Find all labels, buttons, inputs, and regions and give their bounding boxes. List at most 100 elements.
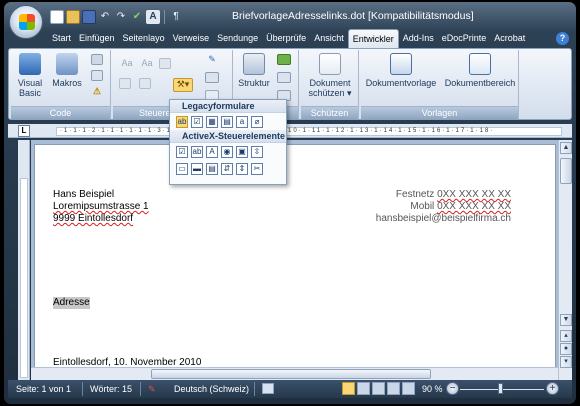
activex-combobox-icon[interactable]: ⇵: [221, 163, 233, 175]
text-control-icon[interactable]: Aa: [139, 58, 155, 69]
transformation-icon[interactable]: [277, 72, 291, 83]
visual-basic-button[interactable]: Visual Basic: [13, 53, 47, 98]
sender-name: Hans Beispiel: [53, 189, 115, 200]
print-layout-view-icon[interactable]: [342, 382, 355, 395]
tab-entwickler[interactable]: Entwickler: [347, 29, 399, 49]
document-page[interactable]: Hans Beispiel Loremipsumstrasse 1 9999 E…: [34, 144, 556, 384]
page-count[interactable]: Seite: 1 von 1: [16, 383, 71, 395]
tab-ueberpruefen[interactable]: Überprüfe: [262, 29, 310, 47]
office-button[interactable]: [9, 5, 43, 39]
tab-ansicht[interactable]: Ansicht: [310, 29, 348, 47]
record-macro-icon[interactable]: [91, 54, 103, 65]
date-picker-control-icon[interactable]: [139, 78, 151, 89]
visual-basic-icon: [19, 53, 41, 75]
legacy-dropdown-icon[interactable]: ▦: [206, 116, 218, 128]
tab-verweise[interactable]: Verweise: [169, 29, 214, 47]
rich-text-control-icon[interactable]: Aa: [119, 58, 135, 69]
word-count[interactable]: Wörter: 15: [90, 383, 132, 395]
macro-security-warning-icon[interactable]: ⚠: [91, 86, 103, 97]
proofing-icon[interactable]: ✎: [148, 383, 156, 395]
full-screen-reading-icon[interactable]: [357, 382, 370, 395]
help-icon[interactable]: ?: [556, 32, 569, 45]
browse-object-icon[interactable]: ●: [560, 343, 572, 355]
legacy-tools-button[interactable]: ⚒▾: [173, 78, 193, 92]
legacy-checkbox-icon[interactable]: ☑: [191, 116, 203, 128]
dokumentbereich-button[interactable]: Dokumentbereich: [441, 53, 519, 88]
mobil-label: Mobil: [410, 201, 435, 212]
pause-macro-icon[interactable]: [91, 70, 103, 81]
tab-acrobat[interactable]: Acrobat: [490, 29, 529, 47]
group-vorlagen-label: Vorlagen: [361, 106, 518, 119]
zoom-level[interactable]: 90 %: [422, 383, 443, 395]
status-bar: Seite: 1 von 1 Wörter: 15 ✎ Deutsch (Sch…: [8, 380, 572, 398]
zoom-in-button[interactable]: +: [546, 382, 559, 395]
activex-label-icon[interactable]: A: [206, 146, 218, 158]
activex-scrollbar-icon[interactable]: ▬: [191, 163, 203, 175]
tab-add-ins[interactable]: Add-Ins: [399, 29, 438, 47]
scroll-down-arrow-icon[interactable]: ▼: [560, 314, 572, 326]
vertical-scrollbar[interactable]: ▲ ▼ ▴ ● ▾: [558, 140, 572, 380]
activex-option-button-icon[interactable]: ◉: [221, 146, 233, 158]
picture-control-icon[interactable]: [159, 58, 171, 69]
tab-start[interactable]: Start: [48, 29, 75, 47]
title-bar: ↶ ↷ ✔ A ¶ BriefvorlageAdresselinks.dot […: [4, 2, 576, 32]
check-mark-icon[interactable]: ✔: [130, 10, 144, 24]
horizontal-ruler[interactable]: L ·1·1·1·2·1·1·1·1·1·1·3·1·4·1·5·1·6·1·7…: [8, 124, 572, 138]
legacy-text-field-icon[interactable]: ab: [176, 116, 188, 128]
activex-image-icon[interactable]: ▣: [236, 146, 248, 158]
save-icon[interactable]: [82, 10, 96, 24]
zoom-slider-thumb[interactable]: [498, 383, 503, 394]
dokument-schuetzen-button[interactable]: Dokument schützen ▾: [303, 53, 357, 98]
activex-toggle-icon[interactable]: ⇕: [236, 163, 248, 175]
activex-more-controls-icon[interactable]: ✂: [251, 163, 263, 175]
vertical-scroll-thumb[interactable]: [560, 158, 572, 184]
previous-page-icon[interactable]: ▴: [560, 330, 572, 342]
outline-view-icon[interactable]: [387, 382, 400, 395]
zoom-out-button[interactable]: −: [446, 382, 459, 395]
legacy-shading-icon[interactable]: a: [236, 116, 248, 128]
window-title: BriefvorlageAdresselinks.dot [Kompatibil…: [232, 10, 474, 22]
schema-icon[interactable]: [277, 54, 291, 65]
redo-icon[interactable]: ↷: [114, 10, 128, 24]
activex-spin-button-icon[interactable]: ⇳: [251, 146, 263, 158]
paragraph-marks-icon[interactable]: ¶: [169, 10, 183, 24]
next-page-icon[interactable]: ▾: [560, 356, 572, 368]
language[interactable]: Deutsch (Schweiz): [174, 383, 249, 395]
activex-row-1: ☑ ab A ◉ ▣ ⇳: [170, 143, 286, 160]
scroll-up-arrow-icon[interactable]: ▲: [560, 142, 572, 154]
struktur-button[interactable]: Struktur: [237, 53, 271, 88]
struktur-label: Struktur: [238, 78, 270, 88]
vertical-ruler[interactable]: [18, 140, 30, 380]
tab-einfuegen[interactable]: Einfügen: [75, 29, 119, 47]
legacy-frame-icon[interactable]: ▤: [221, 116, 233, 128]
activex-checkbox-icon[interactable]: ☑: [176, 146, 188, 158]
web-layout-icon[interactable]: [372, 382, 385, 395]
legacy-reset-icon[interactable]: ⌀: [251, 116, 263, 128]
properties-icon[interactable]: [205, 72, 219, 83]
makros-button[interactable]: Makros: [51, 53, 83, 88]
tab-sendungen[interactable]: Sendunge: [213, 29, 262, 47]
tab-selector[interactable]: L: [18, 125, 30, 137]
document-area: Hans Beispiel Loremipsumstrasse 1 9999 E…: [31, 140, 558, 384]
font-icon[interactable]: A: [146, 10, 160, 24]
festnetz-value: 0XX XXX XX XX: [437, 189, 511, 200]
status-separator: [140, 382, 141, 396]
combo-box-control-icon[interactable]: [119, 78, 131, 89]
activex-textbox-icon[interactable]: ab: [191, 146, 203, 158]
track-changes-icon[interactable]: [262, 383, 274, 394]
horizontal-scrollbar[interactable]: [31, 367, 558, 380]
word-window: ↶ ↷ ✔ A ¶ BriefvorlageAdresselinks.dot […: [4, 2, 576, 404]
dokumentbereich-label: Dokumentbereich: [444, 78, 516, 88]
design-mode-icon[interactable]: ✎: [205, 54, 219, 65]
undo-icon[interactable]: ↶: [98, 10, 112, 24]
tab-seitenlayout[interactable]: Seitenlayo: [119, 29, 169, 47]
activex-command-button-icon[interactable]: ▭: [176, 163, 188, 175]
horizontal-scroll-thumb[interactable]: [151, 369, 431, 379]
open-folder-icon[interactable]: [66, 10, 80, 24]
new-document-icon[interactable]: [50, 10, 64, 24]
draft-view-icon[interactable]: [402, 382, 415, 395]
activex-listbox-icon[interactable]: ▤: [206, 163, 218, 175]
struktur-icon: [243, 53, 265, 75]
tab-edocprinter[interactable]: eDocPrinte: [438, 29, 491, 47]
dokumentvorlage-button[interactable]: Dokumentvorlage: [361, 53, 441, 88]
